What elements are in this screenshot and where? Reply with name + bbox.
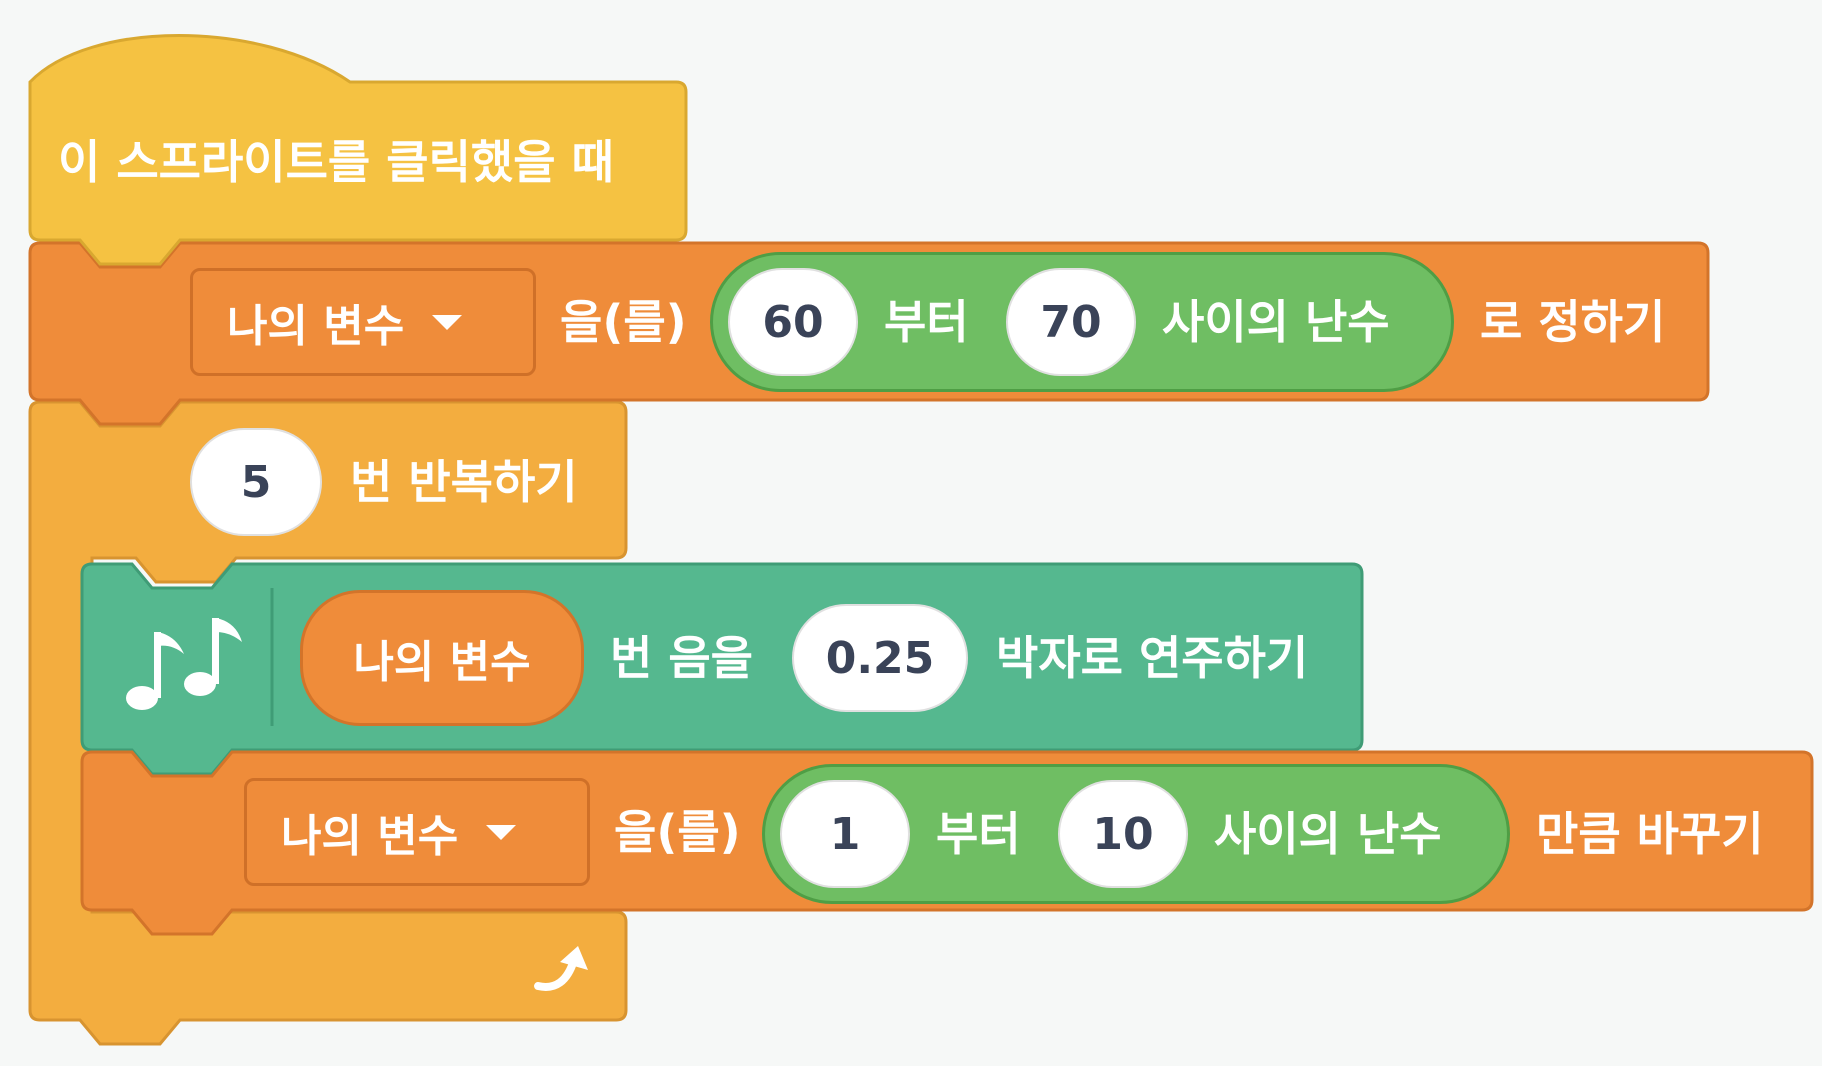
- dropdown-arrow-icon: [432, 314, 463, 330]
- dropdown-arrow-icon: [486, 824, 517, 840]
- set-variable-suffix: 로 정하기: [1480, 295, 1666, 349]
- music-note-icon: [126, 618, 242, 710]
- play-note-suffix: 박자로 연주하기: [996, 631, 1309, 685]
- repeat-label: 번 반복하기: [350, 455, 578, 509]
- change-random-to-input[interactable]: 10: [1058, 780, 1188, 888]
- set-variable-dropdown-label: 나의 변수: [227, 301, 405, 352]
- note-variable-reporter[interactable]: 나의 변수: [300, 590, 584, 726]
- change-random-from-input[interactable]: 1: [780, 780, 910, 888]
- repeat-count-input[interactable]: 5: [190, 428, 322, 536]
- set-random-from-input[interactable]: 60: [728, 268, 858, 376]
- set-random-label: 사이의 난수: [1162, 295, 1390, 349]
- play-note-label: 번 음을: [610, 631, 753, 685]
- set-variable-dropdown[interactable]: 나의 변수: [190, 268, 536, 376]
- set-random-from-label: 부터: [884, 295, 969, 349]
- beats-input[interactable]: 0.25: [792, 604, 968, 712]
- change-variable-dropdown[interactable]: 나의 변수: [244, 778, 590, 886]
- loop-arrow-icon: [534, 946, 588, 991]
- set-random-to-input[interactable]: 70: [1006, 268, 1136, 376]
- change-random-label: 사이의 난수: [1214, 807, 1442, 861]
- change-random-from-label: 부터: [936, 807, 1021, 861]
- change-variable-suffix: 만큼 바꾸기: [1536, 807, 1764, 861]
- change-variable-by-label: 을(를): [614, 805, 741, 859]
- change-variable-dropdown-label: 나의 변수: [281, 811, 459, 862]
- set-variable-to-label: 을(를): [560, 295, 687, 349]
- hat-block-label: 이 스프라이트를 클릭했을 때: [58, 135, 614, 189]
